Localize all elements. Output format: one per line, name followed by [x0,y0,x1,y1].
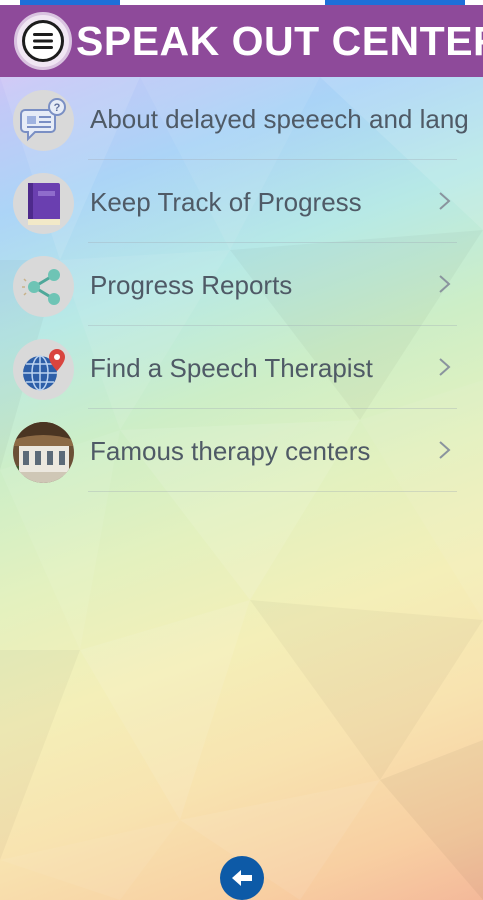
menu-item-label: Progress Reports [90,270,293,300]
back-button[interactable] [220,856,264,900]
hamburger-menu-icon [22,20,64,62]
app-title: SPEAK OUT CENTER [76,18,483,64]
menu-list: ? About delayed speeech and lang Keep Tr… [0,77,483,492]
chevron-right-icon [439,192,451,210]
menu-item-about-delayed-speech[interactable]: ? About delayed speeech and lang [0,77,483,160]
menu-item-label: Find a Speech Therapist [90,353,373,383]
app-screen: SPEAK OUT CENTER ? About delayed speeech… [0,0,483,900]
menu-item-famous-centers[interactable]: Famous therapy centers [0,409,483,492]
menu-item-label: About delayed speeech and lang [90,104,469,134]
svg-text:?: ? [53,102,60,114]
chevron-right-icon [439,441,451,459]
notebook-icon [13,173,74,234]
menu-button[interactable] [14,12,72,70]
arrow-left-icon [232,870,252,886]
menu-item-label: Famous therapy centers [90,436,371,466]
menu-item-label: Keep Track of Progress [90,187,362,217]
menu-item-keep-track[interactable]: Keep Track of Progress [0,160,483,243]
building-photo-icon [13,422,74,483]
chevron-right-icon [439,275,451,293]
menu-item-find-therapist[interactable]: Find a Speech Therapist [0,326,483,409]
divider [88,491,457,492]
share-icon [13,256,74,317]
menu-item-progress-reports[interactable]: Progress Reports [0,243,483,326]
globe-location-pin-icon [13,339,74,400]
chevron-right-icon [439,358,451,376]
speech-bubble-question-icon: ? [13,90,74,151]
app-header: SPEAK OUT CENTER [0,5,483,77]
